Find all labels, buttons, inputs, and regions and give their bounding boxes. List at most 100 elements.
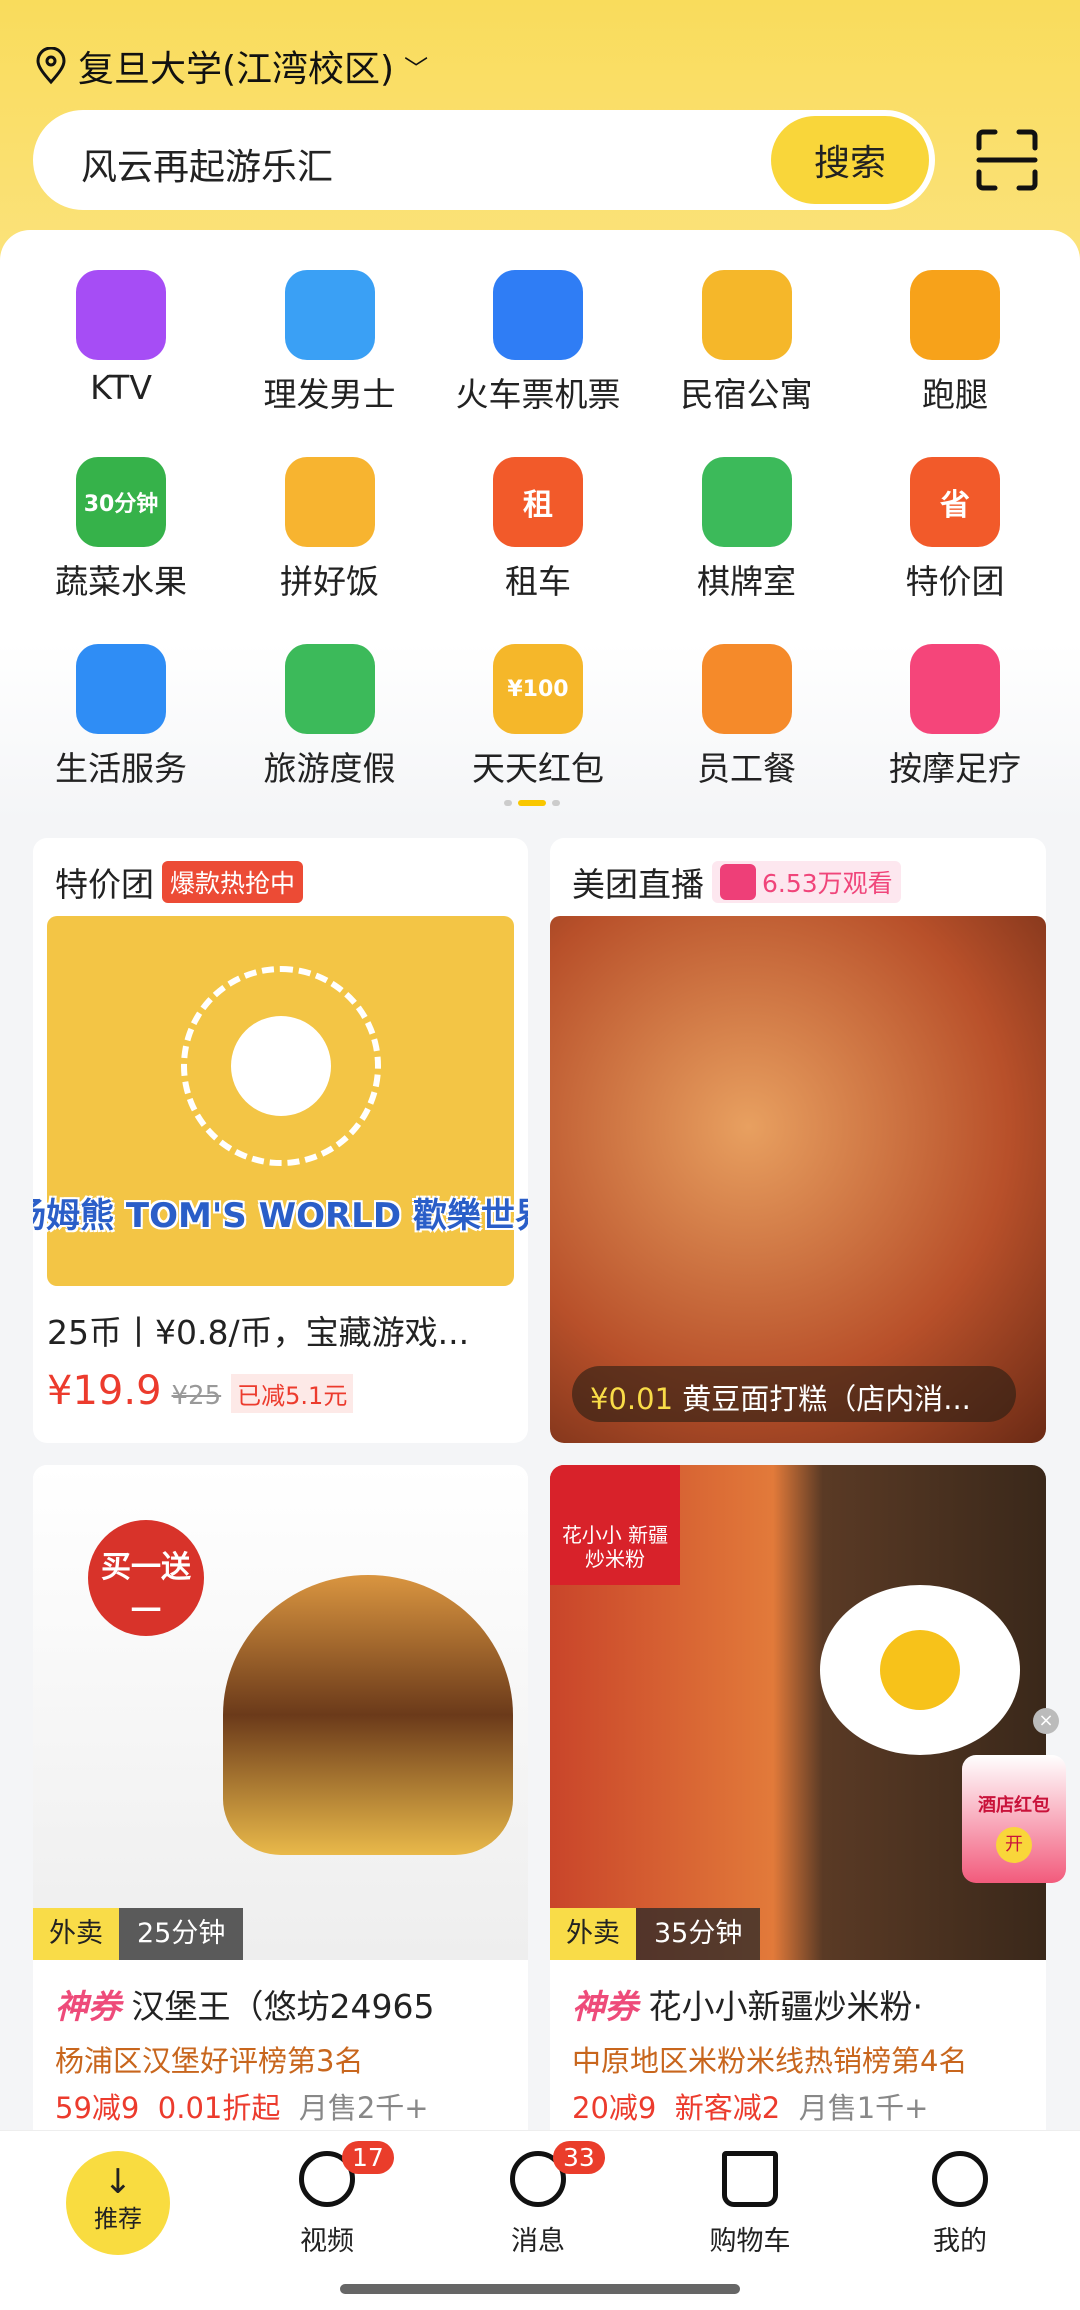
shop-name: 花小小新疆炒米粉· bbox=[648, 1987, 924, 2026]
nav-label: 视频 bbox=[300, 2226, 354, 2257]
category-discount-group[interactable]: 省特价团 bbox=[855, 457, 1055, 603]
search-input[interactable]: 风云再起游乐汇 bbox=[81, 138, 333, 190]
page-indicator bbox=[504, 800, 560, 806]
offer: 新客减2 bbox=[674, 2091, 781, 2125]
noodle-image: 花小小 新疆炒米粉 bbox=[550, 1465, 1046, 1960]
mahjong-icon bbox=[701, 457, 792, 547]
nav-video[interactable]: 17 视频 bbox=[262, 2141, 394, 2258]
monthly-sales: 月售1千+ bbox=[798, 2091, 929, 2125]
viewers-count: 6.53万观看 bbox=[762, 869, 893, 898]
deal-card[interactable]: 特价团 爆款热抢中 汤姆熊 TOM'S WORLD 歡樂世界 25币丨¥0.8/币… bbox=[33, 838, 528, 1443]
hotel-red-packet-ad[interactable]: 酒店红包 开 bbox=[962, 1755, 1066, 1883]
nav-profile[interactable]: 我的 bbox=[895, 2151, 1025, 2258]
category-label: 天天红包 bbox=[472, 749, 604, 788]
nav-label: 推荐 bbox=[94, 2205, 142, 2233]
shop-rank: 杨浦区汉堡好评榜第3名 bbox=[55, 2044, 364, 2078]
deal-brand: 汤姆熊 TOM'S WORLD 歡樂世界 bbox=[33, 1195, 528, 1236]
offer: 0.01折起 bbox=[157, 2091, 281, 2125]
home-indicator[interactable] bbox=[340, 2284, 740, 2294]
category-tools[interactable]: 生活服务 bbox=[21, 644, 221, 790]
deal-price: ¥19.9 bbox=[47, 1368, 162, 1414]
open-button[interactable]: 开 bbox=[996, 1827, 1032, 1863]
category-label: 按摩足疗 bbox=[889, 749, 1021, 788]
microphone-icon bbox=[76, 270, 166, 360]
category-label: 理发男士 bbox=[263, 375, 396, 414]
category-lunchbox[interactable]: 员工餐 bbox=[647, 644, 847, 790]
live-price: ¥0.01 bbox=[590, 1382, 674, 1416]
offer: 59减9 bbox=[55, 2091, 140, 2125]
foot-icon bbox=[910, 644, 1000, 734]
nav-label: 购物车 bbox=[709, 2226, 791, 2257]
live-title: 美团直播 bbox=[572, 865, 704, 904]
live-card[interactable]: 美团直播 6.53万观看 ¥0.01 黄豆面打糕（店内消... bbox=[550, 838, 1046, 1443]
close-ad-icon[interactable]: × bbox=[1033, 1708, 1059, 1734]
delivery-tag: 外卖 bbox=[550, 1908, 636, 1960]
delivery-time: 25分钟 bbox=[119, 1908, 244, 1960]
live-bars-icon bbox=[720, 864, 756, 900]
shop-name: 汉堡王（悠坊24965 bbox=[131, 1987, 435, 2026]
group-meal-icon bbox=[284, 457, 375, 547]
nav-recommend[interactable]: ↓ 推荐 bbox=[66, 2151, 170, 2255]
category-group-meal[interactable]: 拼好饭 bbox=[230, 457, 430, 603]
car-rental-icon: 租 bbox=[493, 457, 583, 547]
category-errand[interactable]: 跑腿 bbox=[855, 270, 1055, 416]
category-mahjong[interactable]: 棋牌室 bbox=[647, 457, 847, 603]
category-house[interactable]: 民宿公寓 bbox=[647, 270, 847, 416]
category-beach-umbrella[interactable]: 旅游度假 bbox=[230, 644, 430, 790]
viewers-tag: 6.53万观看 bbox=[712, 861, 901, 903]
cart-icon bbox=[722, 2151, 778, 2207]
category-label: 员工餐 bbox=[697, 749, 796, 788]
delivery-time: 35分钟 bbox=[636, 1908, 761, 1960]
deal-image: 汤姆熊 TOM'S WORLD 歡樂世界 bbox=[33, 916, 528, 1286]
category-label: 跑腿 bbox=[922, 375, 988, 414]
category-label: 火车票机票 bbox=[455, 375, 621, 414]
category-haircut[interactable]: 理发男士 bbox=[230, 270, 430, 416]
coupon-tag: 神券 bbox=[55, 1987, 121, 2026]
coin-icon: ¥100 bbox=[493, 644, 583, 734]
category-foot[interactable]: 按摩足疗 bbox=[855, 644, 1055, 790]
search-button[interactable]: 搜索 bbox=[771, 116, 929, 204]
messages-badge: 33 bbox=[553, 2141, 605, 2174]
live-item: 黄豆面打糕（店内消... bbox=[682, 1382, 971, 1416]
offer: 20减9 bbox=[572, 2091, 657, 2125]
category-label: 民宿公寓 bbox=[680, 375, 813, 414]
category-car-rental[interactable]: 租租车 bbox=[438, 457, 638, 603]
category-label: 棋牌室 bbox=[697, 562, 796, 601]
monthly-sales: 月售2千+ bbox=[298, 2091, 429, 2125]
location-selector[interactable]: 复旦大学(江湾校区) ﹀ bbox=[34, 40, 428, 92]
header: 复旦大学(江湾校区) ﹀ 风云再起游乐汇 搜索 bbox=[0, 0, 1080, 260]
location-text: 复旦大学(江湾校区) bbox=[78, 49, 395, 90]
shop-card-burger-king[interactable]: 买一送一 外卖 25分钟 神券 汉堡王（悠坊24965 杨浦区汉堡好评榜第3名 5… bbox=[33, 1465, 528, 2145]
delivery-tag: 外卖 bbox=[33, 1908, 119, 1960]
coupon-tag: 神券 bbox=[572, 1987, 638, 2026]
search-bar[interactable]: 风云再起游乐汇 搜索 bbox=[33, 110, 935, 210]
nav-label: 消息 bbox=[511, 2226, 565, 2257]
video-badge: 17 bbox=[342, 2141, 394, 2174]
category-train-plane[interactable]: 火车票机票 bbox=[438, 270, 638, 416]
bottom-nav: ↓ 推荐 17 视频 33 消息 购物车 我的 bbox=[0, 2130, 1080, 2310]
category-label: 蔬菜水果 bbox=[55, 562, 187, 601]
category-coin[interactable]: ¥100 天天红包 bbox=[438, 644, 638, 790]
smiley-icon bbox=[932, 2151, 988, 2207]
category-vegetables[interactable]: 30分钟蔬菜水果 bbox=[21, 457, 221, 603]
location-pin-icon bbox=[36, 47, 66, 85]
category-label: 生活服务 bbox=[55, 749, 187, 788]
saved-badge: 已减5.1元 bbox=[231, 1374, 354, 1413]
lunchbox-icon bbox=[701, 644, 792, 734]
category-label: 租车 bbox=[505, 562, 571, 601]
ad-label: 酒店红包 bbox=[978, 1795, 1050, 1816]
category-microphone[interactable]: KTV bbox=[21, 270, 221, 407]
deal-description: 25币丨¥0.8/币，宝藏游戏... bbox=[47, 1313, 470, 1352]
discount-group-icon: 省 bbox=[910, 457, 1000, 547]
vegetables-icon: 30分钟 bbox=[76, 457, 166, 547]
nav-cart[interactable]: 购物车 bbox=[685, 2151, 815, 2258]
scan-icon[interactable] bbox=[975, 128, 1039, 192]
errand-icon bbox=[910, 270, 1000, 360]
arrow-down-icon: ↓ bbox=[103, 2162, 133, 2202]
category-label: 特价团 bbox=[905, 562, 1005, 601]
nav-messages[interactable]: 33 消息 bbox=[473, 2141, 605, 2258]
beach-umbrella-icon bbox=[284, 644, 375, 734]
hot-tag: 爆款热抢中 bbox=[162, 861, 304, 903]
train-plane-icon bbox=[493, 270, 583, 360]
promo-badge: 买一送一 bbox=[88, 1520, 204, 1636]
